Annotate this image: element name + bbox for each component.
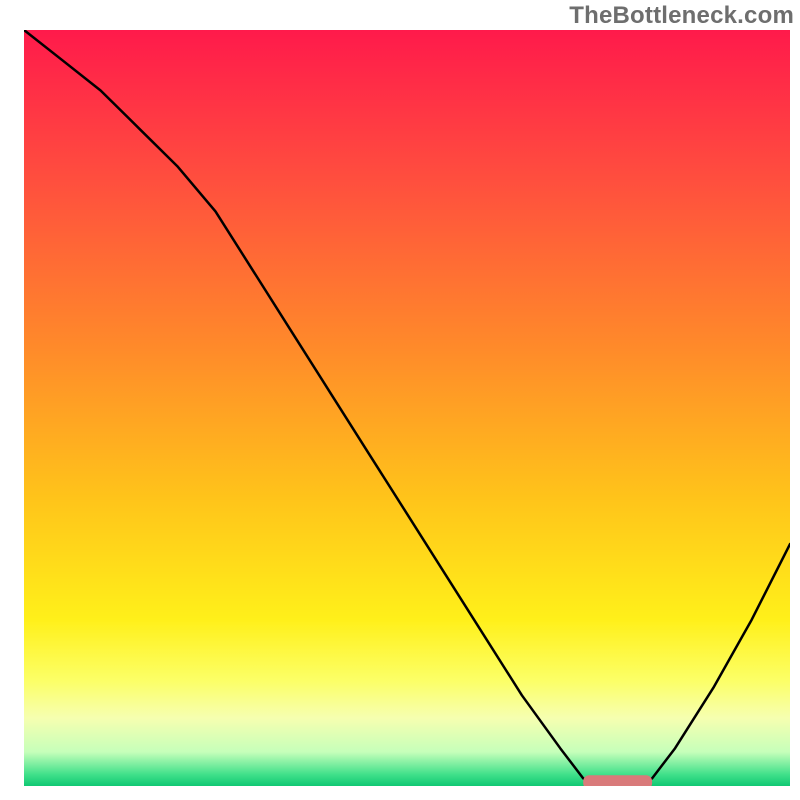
plot-background (24, 30, 790, 786)
optimal-range-marker (583, 775, 652, 789)
chart-stage: TheBottleneck.com (0, 0, 800, 800)
bottleneck-chart (0, 0, 800, 800)
watermark-text: TheBottleneck.com (569, 2, 794, 30)
